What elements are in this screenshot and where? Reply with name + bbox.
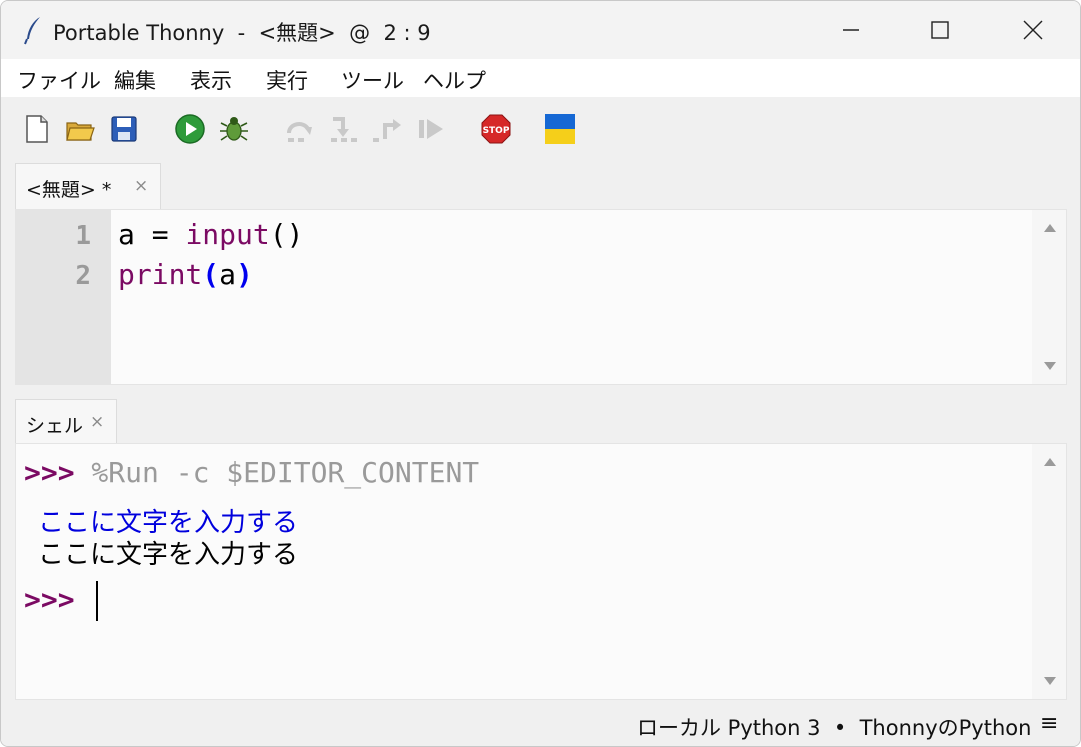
close-icon <box>1023 20 1043 40</box>
scroll-up-icon[interactable] <box>1044 224 1056 232</box>
shell-command: %Run -c $EDITOR_CONTENT <box>74 456 480 489</box>
resume-icon[interactable] <box>415 113 447 145</box>
maximize-button[interactable] <box>894 1 986 59</box>
debug-icon[interactable] <box>218 113 250 145</box>
new-file-icon[interactable] <box>21 113 53 145</box>
menu-edit[interactable]: 編集 <box>114 65 156 95</box>
menu-bar: ファイル 編集 表示 実行 ツール ヘルプ <box>1 59 1080 97</box>
line-number: 1 <box>75 221 91 251</box>
code-line: print(a) <box>118 258 253 291</box>
editor-tab-strip: <無題> * × <box>15 163 1067 209</box>
hamburger-menu-icon[interactable]: ≡ <box>1040 711 1058 736</box>
title-bar: Portable Thonny - <無題> @ 2 : 9 <box>1 1 1080 59</box>
feather-icon <box>24 17 40 45</box>
interpreter-status[interactable]: ローカル Python 3 • ThonnyのPython <box>637 712 1031 742</box>
stop-icon[interactable]: STOP <box>480 113 512 145</box>
step-over-icon[interactable] <box>284 113 316 145</box>
maximize-icon <box>931 21 949 39</box>
shell-prompt-line: >>> <box>24 583 75 616</box>
menu-tools[interactable]: ツール <box>341 65 404 95</box>
tab-untitled-label: <無題> * <box>26 179 112 201</box>
save-icon[interactable] <box>108 113 140 145</box>
shell-run-line: >>> %Run -c $EDITOR_CONTENT <box>24 456 479 489</box>
run-icon[interactable] <box>174 113 206 145</box>
minimize-button[interactable] <box>805 1 897 59</box>
shell-prompt: >>> <box>24 456 75 489</box>
menu-file[interactable]: ファイル <box>17 65 101 95</box>
scroll-down-icon[interactable] <box>1044 362 1056 370</box>
status-bar: ローカル Python 3 • ThonnyのPython ≡ <box>1 701 1080 746</box>
tab-close-icon[interactable]: × <box>90 412 104 432</box>
menu-run[interactable]: 実行 <box>266 65 308 95</box>
thonny-window: Portable Thonny - <無題> @ 2 : 9 ファイル 編集 表… <box>0 0 1081 747</box>
text-cursor <box>96 581 98 621</box>
shell-tab-strip: シェル × <box>15 399 1067 445</box>
code-line: a = input() <box>118 218 304 251</box>
shell-prompt: >>> <box>24 583 75 616</box>
open-file-icon[interactable] <box>64 113 96 145</box>
window-title: Portable Thonny - <無題> @ 2 : 9 <box>53 21 431 45</box>
tab-shell-label: シェル <box>26 415 84 437</box>
toolbar: STOP <box>1 97 1080 163</box>
scroll-down-icon[interactable] <box>1044 677 1056 685</box>
menu-view[interactable]: 表示 <box>190 65 232 95</box>
shell-console[interactable]: >>> %Run -c $EDITOR_CONTENT ここに文字を入力する こ… <box>15 443 1067 700</box>
close-button[interactable] <box>987 1 1079 59</box>
shell-output: ここに文字を入力する <box>38 540 299 570</box>
step-out-icon[interactable] <box>371 113 403 145</box>
shell-scrollbar[interactable] <box>1032 444 1066 699</box>
code-editor[interactable]: 1 2 a = input() print(a) <box>15 209 1067 385</box>
scroll-up-icon[interactable] <box>1044 458 1056 466</box>
line-number-gutter: 1 2 <box>16 210 111 384</box>
menu-help[interactable]: ヘルプ <box>423 65 486 95</box>
tab-close-icon[interactable]: × <box>134 176 148 196</box>
editor-scrollbar[interactable] <box>1032 210 1066 384</box>
minimize-icon <box>843 29 859 31</box>
line-number: 2 <box>75 261 91 291</box>
step-into-icon[interactable] <box>327 113 359 145</box>
tab-untitled[interactable]: <無題> * × <box>15 163 161 209</box>
tab-shell[interactable]: シェル × <box>15 399 117 445</box>
stop-label: STOP <box>483 126 510 136</box>
ukraine-flag-icon[interactable] <box>544 113 576 145</box>
